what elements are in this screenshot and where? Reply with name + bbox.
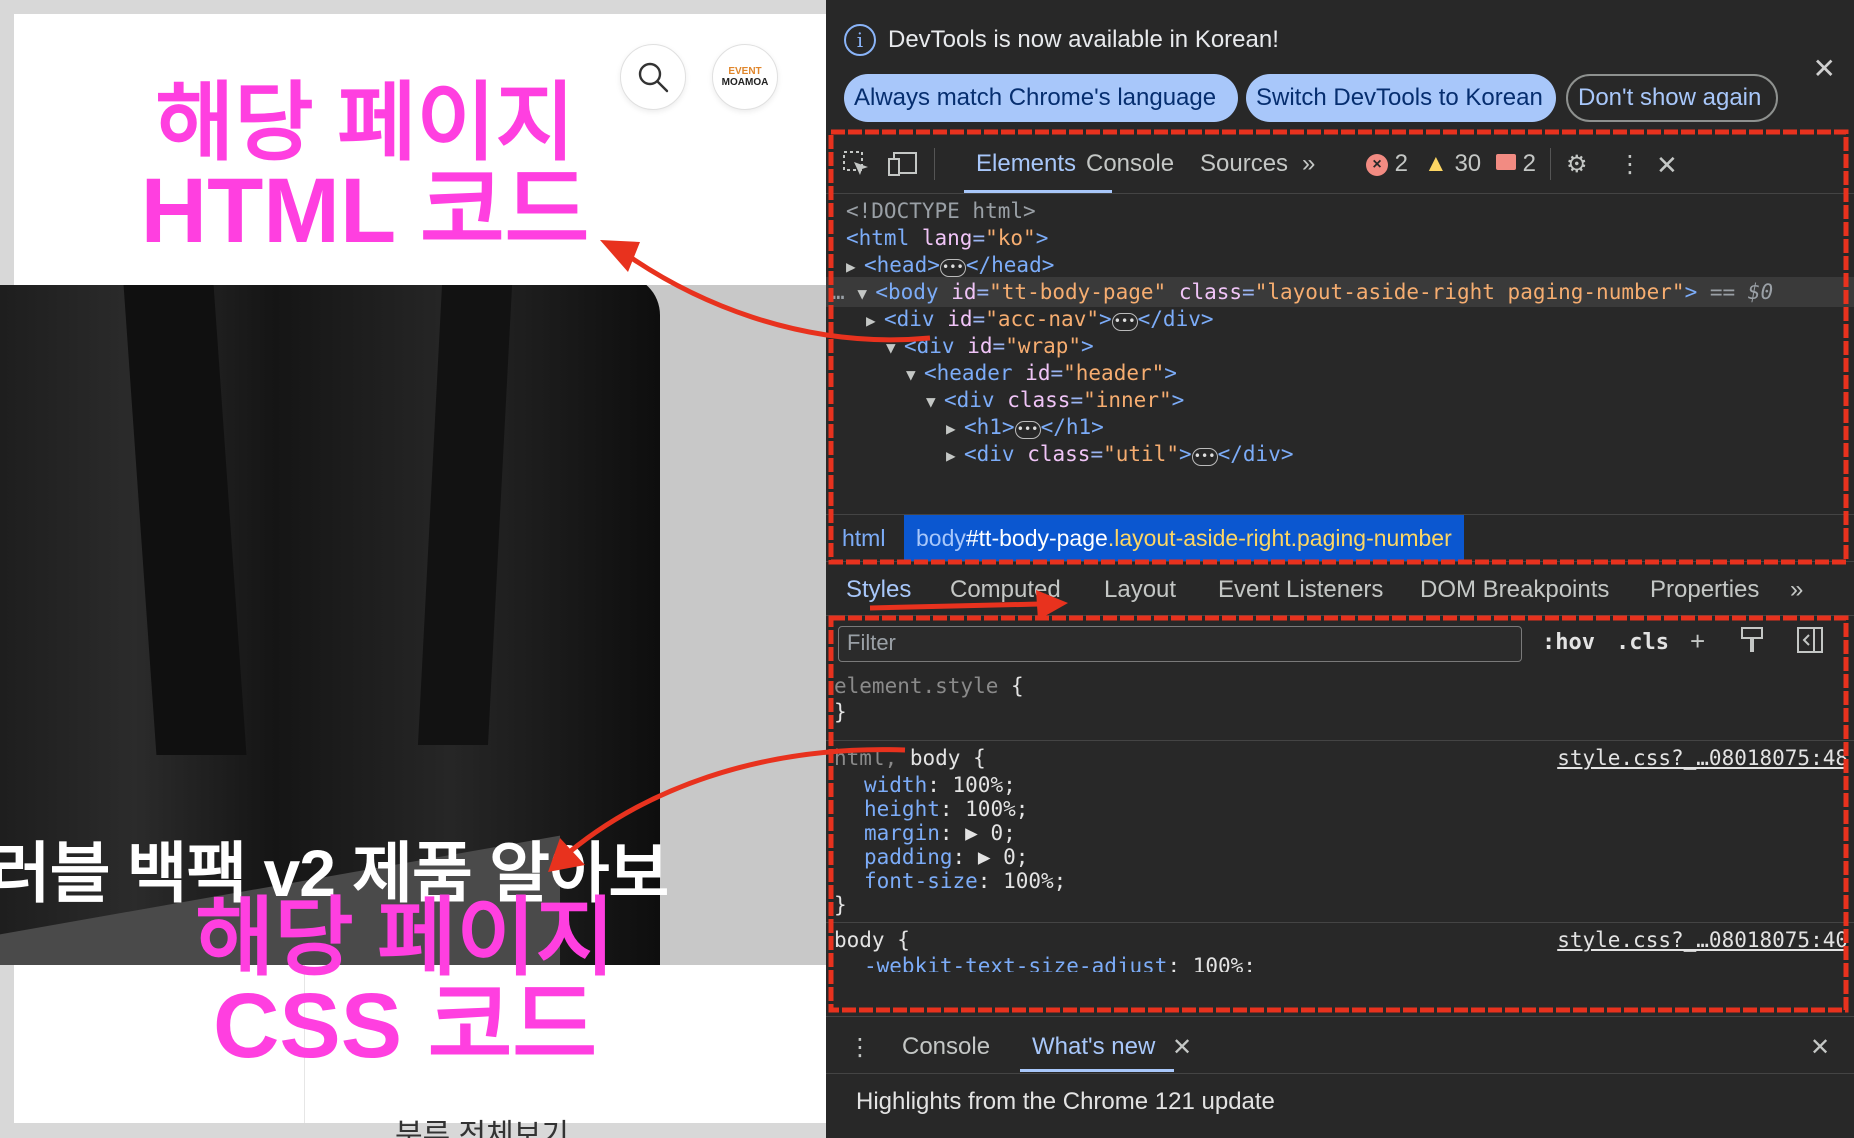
issues-count-badge[interactable]: 2 xyxy=(1496,150,1536,178)
error-count-badge[interactable]: × 2 xyxy=(1366,150,1408,178)
dom-node-header[interactable]: ▼ <header id="header"> xyxy=(906,358,1177,388)
tab-sources[interactable]: Sources xyxy=(1200,150,1288,178)
styles-pane: element.style { } html, body { style.css… xyxy=(826,672,1854,1008)
toggle-sidebar-icon[interactable] xyxy=(1796,626,1824,661)
whats-new-heading: Highlights from the Chrome 121 update xyxy=(856,1088,1275,1115)
dom-node-util[interactable]: ▶ <div class="util"> ••• </div> xyxy=(946,439,1293,469)
error-icon: × xyxy=(1366,154,1388,176)
close-devtools-icon[interactable]: ✕ xyxy=(1656,150,1678,181)
drawer-menu-icon[interactable]: ⋮ xyxy=(848,1033,872,1062)
sidebar-tabs: Styles Computed Layout Event Listeners D… xyxy=(826,566,1854,616)
drawer-tab-console[interactable]: Console xyxy=(902,1033,990,1061)
element-style-rule[interactable]: element.style { xyxy=(834,672,1024,700)
tab-styles[interactable]: Styles xyxy=(846,576,911,604)
annotation-css-line1: 해당 페이지 xyxy=(195,890,615,986)
always-match-language-button[interactable]: Always match Chrome's language xyxy=(844,74,1238,122)
settings-gear-icon[interactable]: ⚙ xyxy=(1566,150,1588,179)
ellipsis-icon[interactable]: ••• xyxy=(1014,421,1041,439)
breadcrumb-html[interactable]: html xyxy=(842,525,885,552)
css-source-link[interactable]: style.css?_…08018075:48 xyxy=(1557,744,1848,772)
css-declaration[interactable]: -webkit-text-size-adjust: 100%; xyxy=(864,952,1256,972)
issues-icon xyxy=(1496,154,1516,170)
styles-filter-input[interactable]: Filter xyxy=(838,626,1522,662)
breadcrumb-body[interactable]: body#tt-body-page.layout-aside-right.pag… xyxy=(904,515,1464,561)
selected-node-marker: == $0 xyxy=(1709,280,1774,304)
blog-logo[interactable]: EVENT MOAMOA xyxy=(712,44,778,110)
ellipsis-icon[interactable]: ••• xyxy=(939,259,966,277)
category-all-link[interactable]: 분류 전체보기 xyxy=(395,1110,569,1138)
dont-show-again-button[interactable]: Don't show again xyxy=(1566,74,1778,122)
close-icon[interactable]: ✕ xyxy=(1813,52,1836,85)
tab-elements[interactable]: Elements xyxy=(976,150,1076,178)
breadcrumb: html body#tt-body-page.layout-aside-righ… xyxy=(826,514,1854,562)
logo-text-moamoa: MOAMOA xyxy=(721,76,769,88)
tab-console[interactable]: Console xyxy=(1086,150,1174,178)
collapse-triangle-icon[interactable]: ▼ xyxy=(906,360,924,390)
tab-event-listeners[interactable]: Event Listeners xyxy=(1218,576,1383,604)
expand-triangle-icon[interactable]: ▶ xyxy=(965,821,990,845)
infobar-message: DevTools is now available in Korean! xyxy=(888,26,1279,53)
warning-icon: ▲ xyxy=(1424,150,1448,177)
dom-node-wrap[interactable]: ▼ <div id="wrap"> xyxy=(886,331,1094,361)
ellipsis-icon[interactable]: ••• xyxy=(1191,448,1218,466)
close-drawer-icon[interactable]: ✕ xyxy=(1810,1033,1830,1062)
dom-tree: <!DOCTYPE html> <html lang="ko"> ▶ <head>… xyxy=(826,194,1854,510)
switch-to-korean-button[interactable]: Switch DevTools to Korean xyxy=(1246,74,1556,122)
device-toolbar-icon[interactable] xyxy=(888,150,918,185)
drawer-tab-whats-new[interactable]: What's new xyxy=(1032,1033,1155,1061)
dom-node-doctype[interactable]: <!DOCTYPE html> xyxy=(846,196,1036,226)
more-tabs-icon[interactable]: » xyxy=(1790,576,1803,604)
expand-triangle-icon[interactable]: ▶ xyxy=(866,306,884,336)
expand-triangle-icon[interactable]: ▶ xyxy=(978,845,1003,869)
tab-layout[interactable]: Layout xyxy=(1104,576,1176,604)
dom-node-acc-nav[interactable]: ▶ <div id="acc-nav"> ••• </div> xyxy=(866,304,1214,334)
devtools-toolbar: Elements Console Sources » × 2 ▲ 30 2 ⚙ … xyxy=(826,134,1854,194)
annotation-html-line1: 해당 페이지 xyxy=(155,75,575,171)
class-toggle[interactable]: .cls xyxy=(1616,630,1669,655)
tab-computed[interactable]: Computed xyxy=(950,576,1061,604)
expand-triangle-icon[interactable]: ▶ xyxy=(946,441,964,471)
tab-properties[interactable]: Properties xyxy=(1650,576,1759,604)
inspect-element-icon[interactable] xyxy=(842,150,870,185)
info-icon: i xyxy=(844,24,876,56)
css-declaration[interactable]: font-size: 100%; xyxy=(864,867,1066,895)
more-tabs-icon[interactable]: » xyxy=(1302,150,1315,178)
dom-node-inner[interactable]: ▼ <div class="inner"> xyxy=(926,385,1184,415)
ellipsis-icon[interactable]: ••• xyxy=(1111,313,1138,331)
paint-roller-icon[interactable] xyxy=(1740,626,1764,661)
css-rule-html-body-selector[interactable]: html, body { xyxy=(834,744,986,772)
kebab-menu-icon[interactable]: ⋮ xyxy=(1618,150,1642,179)
hover-state-toggle[interactable]: :hov xyxy=(1542,630,1595,655)
annotation-html-line2: HTML 코드 xyxy=(140,160,590,262)
new-rule-plus-icon[interactable]: + xyxy=(1690,626,1705,657)
tab-dom-breakpoints[interactable]: DOM Breakpoints xyxy=(1420,576,1609,604)
warning-count-badge[interactable]: ▲ 30 xyxy=(1424,150,1481,178)
dom-node-body[interactable]: … ▼ <body id="tt-body-page" class="layout… xyxy=(826,277,1854,307)
collapse-triangle-icon[interactable]: ▼ xyxy=(926,387,944,417)
styles-filter-bar: Filter :hov .cls + xyxy=(826,616,1854,672)
close-tab-icon[interactable]: ✕ xyxy=(1172,1033,1192,1062)
dom-node-h1[interactable]: ▶ <h1> ••• </h1> xyxy=(946,412,1104,442)
hero-image: 러블 백팩 v2 제품 알아보 xyxy=(0,285,826,965)
logo-text-event: EVENT xyxy=(728,65,762,77)
dom-node-head[interactable]: ▶ <head> ••• </head> xyxy=(846,250,1054,280)
search-button[interactable] xyxy=(620,44,686,110)
collapse-triangle-icon[interactable]: ▼ xyxy=(886,333,904,363)
css-rule-body-selector[interactable]: body { xyxy=(834,926,910,954)
drawer-tab-bar: ⋮ Console What's new ✕ ✕ xyxy=(826,1016,1854,1074)
whats-new-panel: Highlights from the Chrome 121 update xyxy=(826,1074,1854,1138)
dom-node-html[interactable]: <html lang="ko"> xyxy=(846,223,1048,253)
devtools-panel: i DevTools is now available in Korean! ✕… xyxy=(826,0,1854,1138)
search-icon xyxy=(638,62,669,93)
css-source-link[interactable]: style.css?_…08018075:40 xyxy=(1557,926,1848,954)
language-infobar: i DevTools is now available in Korean! ✕… xyxy=(826,12,1854,146)
annotation-css-line2: CSS 코드 xyxy=(212,975,597,1077)
blog-page: EVENT MOAMOA 러블 백팩 v2 제품 알아보 분류 전체보기 해당 … xyxy=(0,0,826,1138)
